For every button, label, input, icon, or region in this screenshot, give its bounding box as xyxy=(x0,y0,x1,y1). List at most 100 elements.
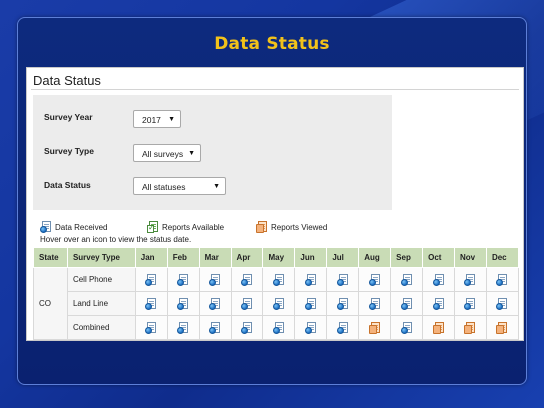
status-cell-feb xyxy=(166,267,200,292)
data-received-icon[interactable] xyxy=(241,273,253,286)
hover-hint: Hover over an icon to view the status da… xyxy=(40,235,192,244)
survey-year-label: Survey Year xyxy=(44,112,93,122)
data-received-icon[interactable] xyxy=(432,297,445,310)
data-received-icon[interactable] xyxy=(464,297,476,310)
status-cell-jan xyxy=(134,267,168,292)
status-cell-dec xyxy=(485,267,520,292)
data-received-icon[interactable] xyxy=(336,321,349,334)
survey-type-cell: Cell Phone xyxy=(66,267,136,292)
status-cell-mar xyxy=(198,267,232,292)
data-received-icon[interactable] xyxy=(400,297,413,310)
status-cell-aug xyxy=(358,267,392,292)
column-header-survey-type: Survey Type xyxy=(66,247,136,268)
data-received-icon[interactable] xyxy=(145,321,157,334)
data-received-icon[interactable] xyxy=(464,273,476,286)
table-row: Land Line xyxy=(34,291,520,316)
data-received-icon[interactable] xyxy=(241,297,253,310)
data-received-icon[interactable] xyxy=(177,321,189,334)
data-received-icon[interactable] xyxy=(368,297,381,310)
dropdown-arrow-icon: ▼ xyxy=(188,150,195,157)
status-cell-apr xyxy=(230,291,264,316)
data-received-icon[interactable] xyxy=(496,273,508,286)
status-table: State Survey Type Jan Feb Mar Apr May Jun Jul Aug… xyxy=(33,247,520,340)
status-cell-jul xyxy=(326,267,360,292)
data-received-icon xyxy=(40,221,52,233)
reports-available-icon xyxy=(147,221,159,233)
data-received-icon[interactable] xyxy=(368,273,381,286)
survey-type-value: All surveys xyxy=(142,149,184,159)
survey-type-label: Survey Type xyxy=(44,146,94,156)
data-received-icon[interactable] xyxy=(209,273,221,286)
status-cell-dec xyxy=(485,315,520,340)
status-cell-may xyxy=(262,315,296,340)
data-received-icon[interactable] xyxy=(145,273,157,286)
panel-divider xyxy=(31,89,519,90)
table-row: Combined xyxy=(34,315,520,340)
status-cell-aug xyxy=(358,315,392,340)
reports-viewed-icon[interactable] xyxy=(432,321,445,334)
status-cell-nov xyxy=(454,267,487,292)
data-received-icon[interactable] xyxy=(209,321,221,334)
state-cell: CO xyxy=(33,267,68,340)
column-header-aug: Aug xyxy=(358,247,392,268)
status-cell-apr xyxy=(230,267,264,292)
data-status-panel: Data Status Survey Year 2017 ▼ Survey Ty… xyxy=(26,67,524,341)
status-cell-jan xyxy=(134,315,168,340)
dropdown-arrow-icon: ▼ xyxy=(168,116,175,123)
status-cell-jul xyxy=(326,291,360,316)
data-received-icon[interactable] xyxy=(432,273,445,286)
data-received-icon[interactable] xyxy=(177,273,189,286)
data-received-icon[interactable] xyxy=(304,297,317,310)
data-received-icon[interactable] xyxy=(400,273,413,286)
filter-box: Survey Year 2017 ▼ Survey Type All surve… xyxy=(33,95,392,210)
legend-reports-label: Reports Available xyxy=(162,222,225,232)
column-header-jun: Jun xyxy=(294,247,328,268)
column-header-sep: Sep xyxy=(390,247,424,268)
column-header-nov: Nov xyxy=(454,247,487,268)
status-cell-jun xyxy=(294,315,328,340)
column-header-mar: Mar xyxy=(198,247,232,268)
survey-type-select[interactable]: All surveys ▼ xyxy=(133,144,201,162)
status-cell-mar xyxy=(198,291,232,316)
status-cell-jul xyxy=(326,315,360,340)
reports-viewed-icon[interactable] xyxy=(368,321,381,334)
column-header-jan: Jan xyxy=(134,247,168,268)
status-cell-sep xyxy=(390,315,424,340)
survey-type-cell: Land Line xyxy=(66,291,136,316)
column-header-dec: Dec xyxy=(485,247,520,268)
data-received-icon[interactable] xyxy=(177,297,189,310)
legend-reports-viewed: Reports Viewed xyxy=(256,221,327,233)
data-received-icon[interactable] xyxy=(272,321,285,334)
dropdown-arrow-icon: ▼ xyxy=(213,183,220,190)
data-received-icon[interactable] xyxy=(336,273,349,286)
column-header-oct: Oct xyxy=(422,247,456,268)
table-header-row: State Survey Type Jan Feb Mar Apr May Jun Jul Aug… xyxy=(33,247,520,268)
status-cell-jun xyxy=(294,291,328,316)
legend-data-received: Data Received xyxy=(40,221,107,233)
data-received-icon[interactable] xyxy=(241,321,253,334)
data-received-icon[interactable] xyxy=(304,321,317,334)
data-received-icon[interactable] xyxy=(209,297,221,310)
status-cell-sep xyxy=(390,291,424,316)
status-cell-jan xyxy=(134,291,168,316)
reports-viewed-icon[interactable] xyxy=(496,321,508,334)
survey-year-select[interactable]: 2017 ▼ xyxy=(133,110,181,128)
legend-received-label: Data Received xyxy=(55,222,108,232)
data-received-icon[interactable] xyxy=(400,321,413,334)
status-cell-may xyxy=(262,267,296,292)
status-cell-oct xyxy=(422,267,456,292)
data-received-icon[interactable] xyxy=(272,273,285,286)
data-received-icon[interactable] xyxy=(336,297,349,310)
data-received-icon[interactable] xyxy=(496,297,508,310)
data-received-icon[interactable] xyxy=(145,297,157,310)
panel-title: Data Status xyxy=(33,73,101,88)
data-status-value: All statuses xyxy=(142,182,186,192)
data-received-icon[interactable] xyxy=(304,273,317,286)
data-received-icon[interactable] xyxy=(272,297,285,310)
reports-viewed-icon[interactable] xyxy=(464,321,476,334)
table-row: CO Cell Phone xyxy=(33,267,520,340)
data-status-select[interactable]: All statuses ▼ xyxy=(133,177,226,195)
data-status-label: Data Status xyxy=(44,180,91,190)
status-cell-feb xyxy=(166,315,200,340)
status-cell-dec xyxy=(485,291,520,316)
